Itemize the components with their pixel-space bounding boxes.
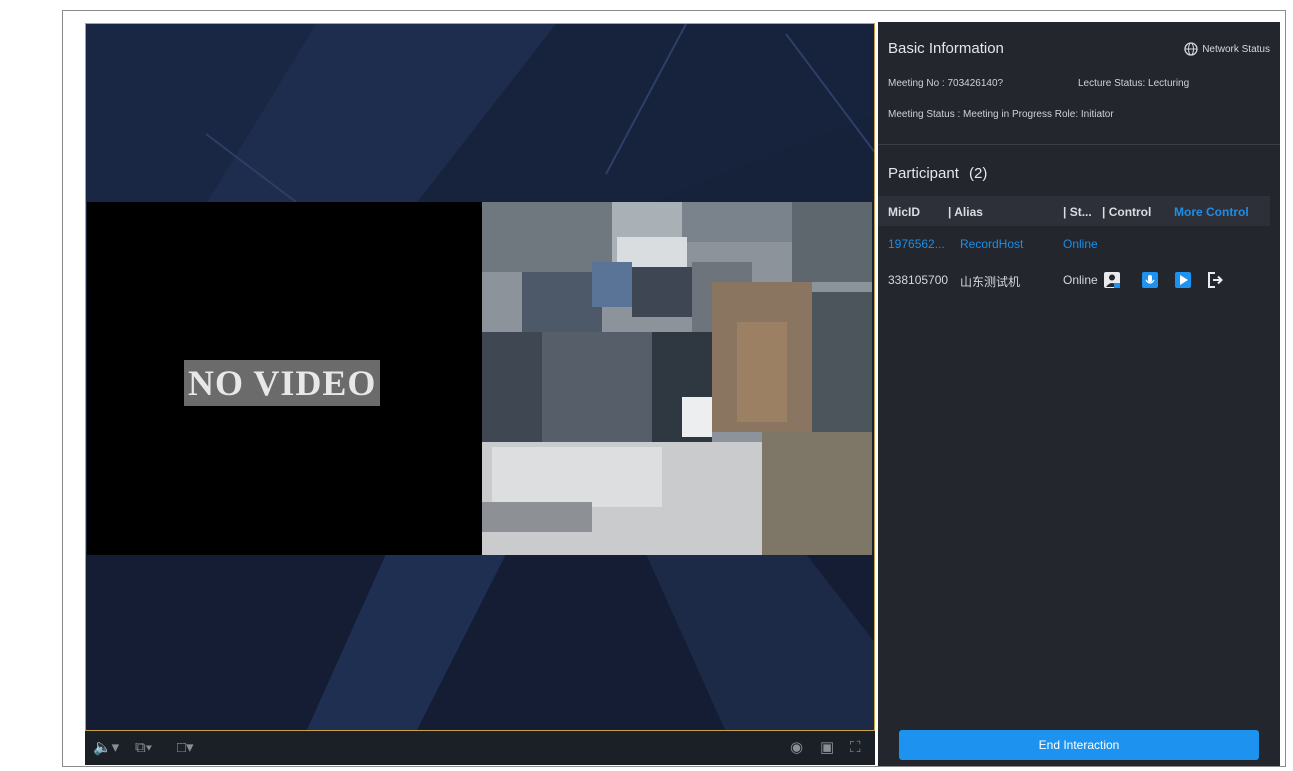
role-label: Role:: [1054, 109, 1079, 120]
lecture-status-value: Lecturing: [1148, 78, 1190, 89]
layout-icon[interactable]: ⧉▾: [135, 739, 152, 757]
globe-icon: [1184, 42, 1198, 56]
info-panel: Basic Information Network Status Meeting…: [878, 22, 1280, 766]
meeting-no-value: 703426140?: [947, 78, 1004, 89]
kick-out-icon[interactable]: [1206, 271, 1224, 289]
table-row[interactable]: 1976562... RecordHost Online: [878, 233, 1270, 257]
no-video-label: NO VIDEO: [184, 360, 381, 406]
speaker-icon[interactable]: 🔈▾: [93, 739, 119, 757]
col-control[interactable]: | Control: [1102, 205, 1151, 219]
speaker-person-icon[interactable]: [1103, 271, 1121, 289]
row-status: Online: [1063, 273, 1098, 287]
table-row[interactable]: 338105700 山东测试机 Online: [878, 269, 1270, 293]
meeting-status-row: Meeting Status : Meeting in Progress Rol…: [888, 109, 1114, 120]
fullscreen-icon[interactable]: ⛶: [850, 739, 861, 757]
network-status-label: Network Status: [1202, 43, 1270, 55]
end-interaction-button[interactable]: End Interaction: [899, 730, 1259, 760]
row-alias: RecordHost: [960, 237, 1024, 251]
participant-video-empty[interactable]: NO VIDEO: [87, 202, 482, 555]
row-micid: 1976562...: [888, 237, 945, 251]
meeting-status-value: Meeting in Progress: [963, 109, 1052, 120]
video-control-icon[interactable]: [1174, 271, 1192, 289]
col-status[interactable]: | St...: [1063, 205, 1092, 219]
participant-table-header: MicID | Alias | St... | Control More Con…: [878, 196, 1270, 226]
meeting-no-label: Meeting No :: [888, 78, 945, 89]
participant-video-feed[interactable]: [482, 202, 872, 555]
meeting-status-label: Meeting Status :: [888, 109, 961, 120]
lecture-status-label: Lecture Status:: [1078, 78, 1146, 89]
col-micid[interactable]: MicID: [888, 205, 920, 219]
role-value: Initiator: [1080, 109, 1114, 120]
participant-label: Participant: [888, 165, 959, 182]
microphone-control-icon[interactable]: [1141, 271, 1159, 289]
row-status: Online: [1063, 237, 1098, 251]
lecture-status-row: Lecture Status: Lecturing: [1078, 78, 1189, 89]
participant-count: (2): [969, 165, 988, 182]
video-area: NO VIDEO: [85, 23, 875, 731]
participant-title: Participant (2): [888, 165, 987, 182]
screen-mode-icon[interactable]: □▾: [177, 739, 194, 757]
col-alias[interactable]: | Alias: [948, 205, 983, 219]
basic-info-title: Basic Information: [888, 40, 1004, 57]
row-micid: 338105700: [888, 273, 949, 287]
more-control-link[interactable]: More Control: [1174, 205, 1249, 219]
pixelated-camera-image: [482, 202, 872, 555]
network-status-button[interactable]: Network Status: [1184, 42, 1270, 56]
row-alias: 山东测试机: [960, 275, 1021, 289]
record-icon[interactable]: ▣: [820, 739, 834, 757]
panel-divider: [878, 144, 1280, 145]
video-toolbar: 🔈▾ ⧉▾ □▾ ◉ ▣ ⛶: [85, 731, 875, 765]
meeting-no-row: Meeting No : 703426140?: [888, 78, 1003, 89]
snapshot-icon[interactable]: ◉: [790, 739, 803, 757]
